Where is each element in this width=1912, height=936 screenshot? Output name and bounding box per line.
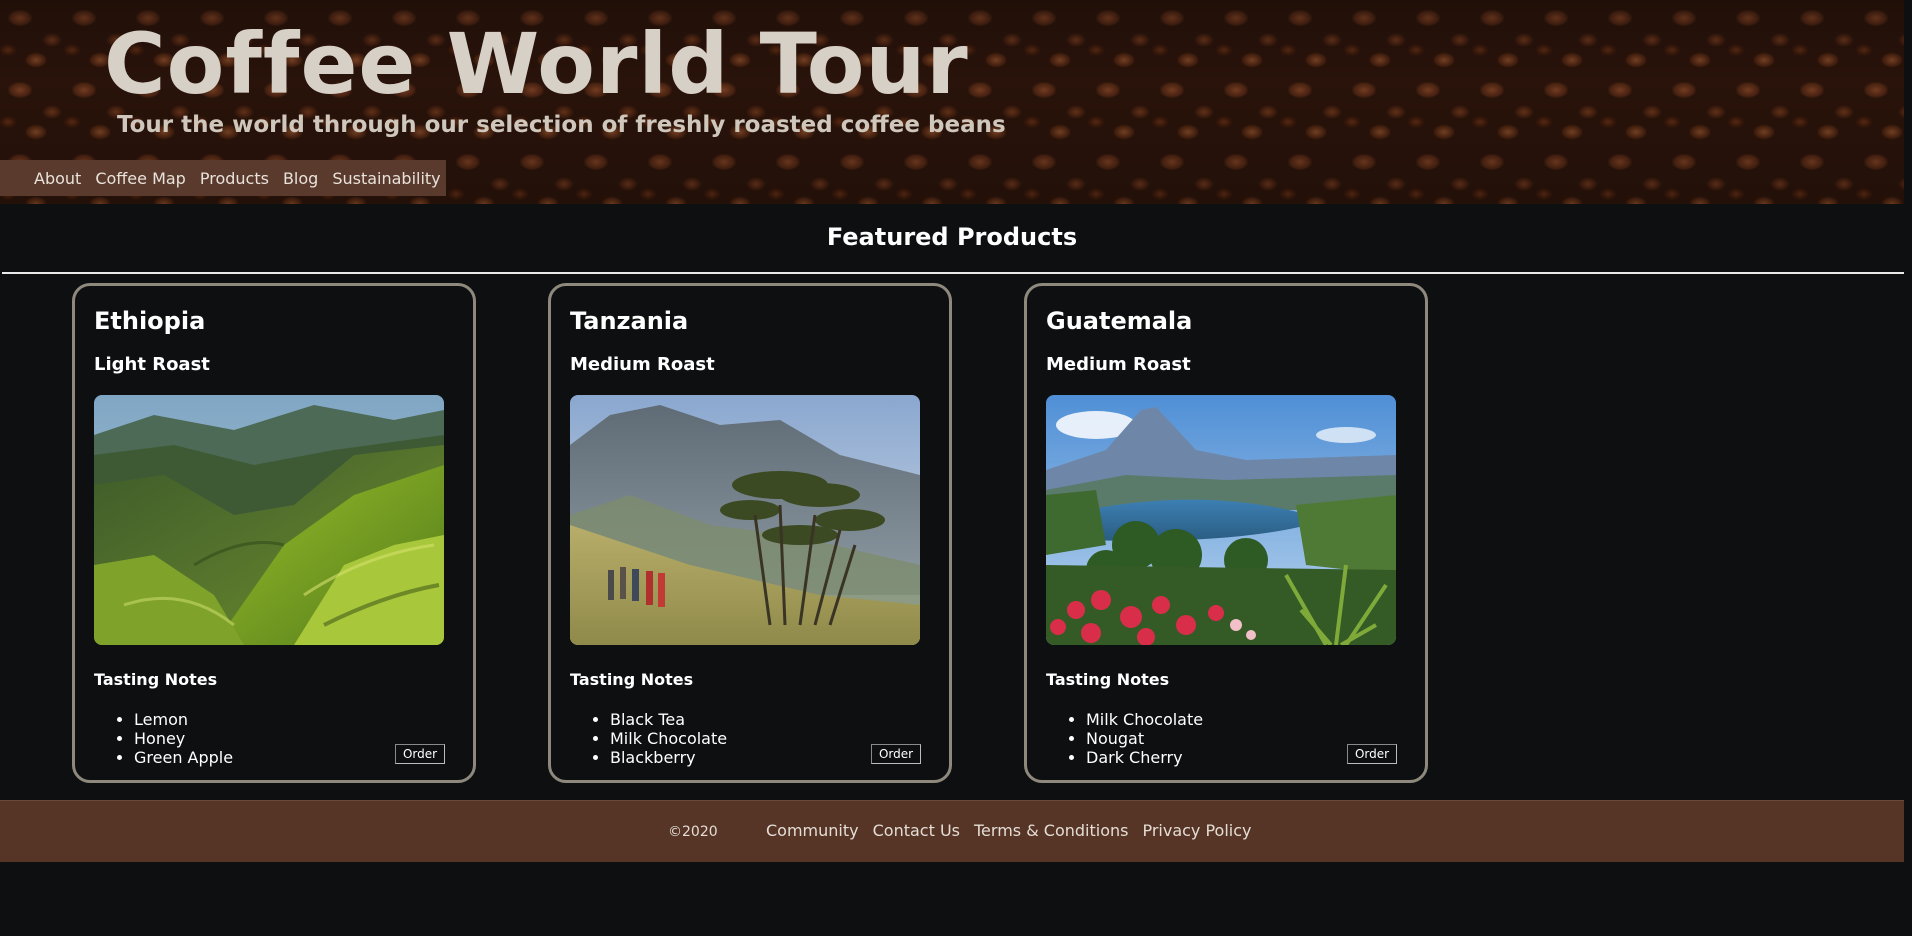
featured-heading: Featured Products	[826, 223, 1078, 251]
tasting-notes-list: Lemon Honey Green Apple	[94, 710, 233, 767]
site-header: Coffee World Tour Tour the world through…	[0, 0, 1904, 204]
tasting-notes-heading: Tasting Notes	[94, 670, 218, 689]
tasting-note: Dark Cherry	[1086, 748, 1203, 767]
tasting-notes-heading: Tasting Notes	[1046, 670, 1170, 689]
site-subtitle: Tour the world through our selection of …	[117, 112, 1006, 138]
product-country: Tanzania	[570, 307, 689, 335]
tasting-note: Milk Chocolate	[610, 729, 727, 748]
tasting-note: Milk Chocolate	[1086, 710, 1203, 729]
site-title: Coffee World Tour	[104, 15, 969, 113]
tasting-notes-heading: Tasting Notes	[570, 670, 694, 689]
tasting-notes-list: Black Tea Milk Chocolate Blackberry	[570, 710, 727, 767]
product-roast: Medium Roast	[570, 354, 715, 375]
footer-link-community[interactable]: Community	[766, 821, 859, 841]
nav-link-coffee-map[interactable]: Coffee Map	[95, 169, 186, 188]
product-roast: Light Roast	[94, 354, 210, 375]
footer-link-terms[interactable]: Terms & Conditions	[974, 821, 1128, 841]
product-photo-guatemala-lake	[1046, 395, 1396, 645]
tasting-note: Honey	[134, 729, 233, 748]
section-divider	[2, 272, 1904, 274]
tasting-note: Blackberry	[610, 748, 727, 767]
site-footer: ©2020 Community Contact Us Terms & Condi…	[0, 800, 1904, 862]
footer-link-contact-us[interactable]: Contact Us	[873, 821, 960, 841]
product-card-guatemala: Guatemala Medium Roast Tasting Notes • M…	[1024, 283, 1428, 783]
main-nav: About Coffee Map Products Blog Sustainab…	[0, 160, 446, 196]
tasting-note: Black Tea	[610, 710, 727, 729]
tasting-note: Green Apple	[134, 748, 233, 767]
order-button-tanzania[interactable]: Order	[871, 744, 921, 764]
product-country: Guatemala	[1046, 307, 1193, 335]
tasting-note: Lemon	[134, 710, 233, 729]
product-card-ethiopia: Ethiopia Light Roast Tasting Notes • Lem…	[72, 283, 476, 783]
nav-link-sustainability[interactable]: Sustainability	[332, 169, 440, 188]
footer-links: Community Contact Us Terms & Conditions …	[766, 821, 1266, 841]
nav-link-about[interactable]: About	[34, 169, 81, 188]
tasting-note: Nougat	[1086, 729, 1203, 748]
order-button-guatemala[interactable]: Order	[1347, 744, 1397, 764]
page: Coffee World Tour Tour the world through…	[0, 0, 1912, 936]
nav-link-blog[interactable]: Blog	[283, 169, 318, 188]
order-button-ethiopia[interactable]: Order	[395, 744, 445, 764]
product-card-tanzania: Tanzania Medium Roast Tasting Notes • Bl…	[548, 283, 952, 783]
tasting-notes-list: Milk Chocolate Nougat Dark Cherry	[1046, 710, 1203, 767]
footer-link-privacy[interactable]: Privacy Policy	[1142, 821, 1251, 841]
product-country: Ethiopia	[94, 307, 206, 335]
product-roast: Medium Roast	[1046, 354, 1191, 375]
product-photo-ethiopia-highlands	[94, 395, 444, 645]
copyright-text: ©2020	[668, 824, 718, 840]
nav-link-products[interactable]: Products	[200, 169, 269, 188]
product-photo-tanzania-savanna	[570, 395, 920, 645]
